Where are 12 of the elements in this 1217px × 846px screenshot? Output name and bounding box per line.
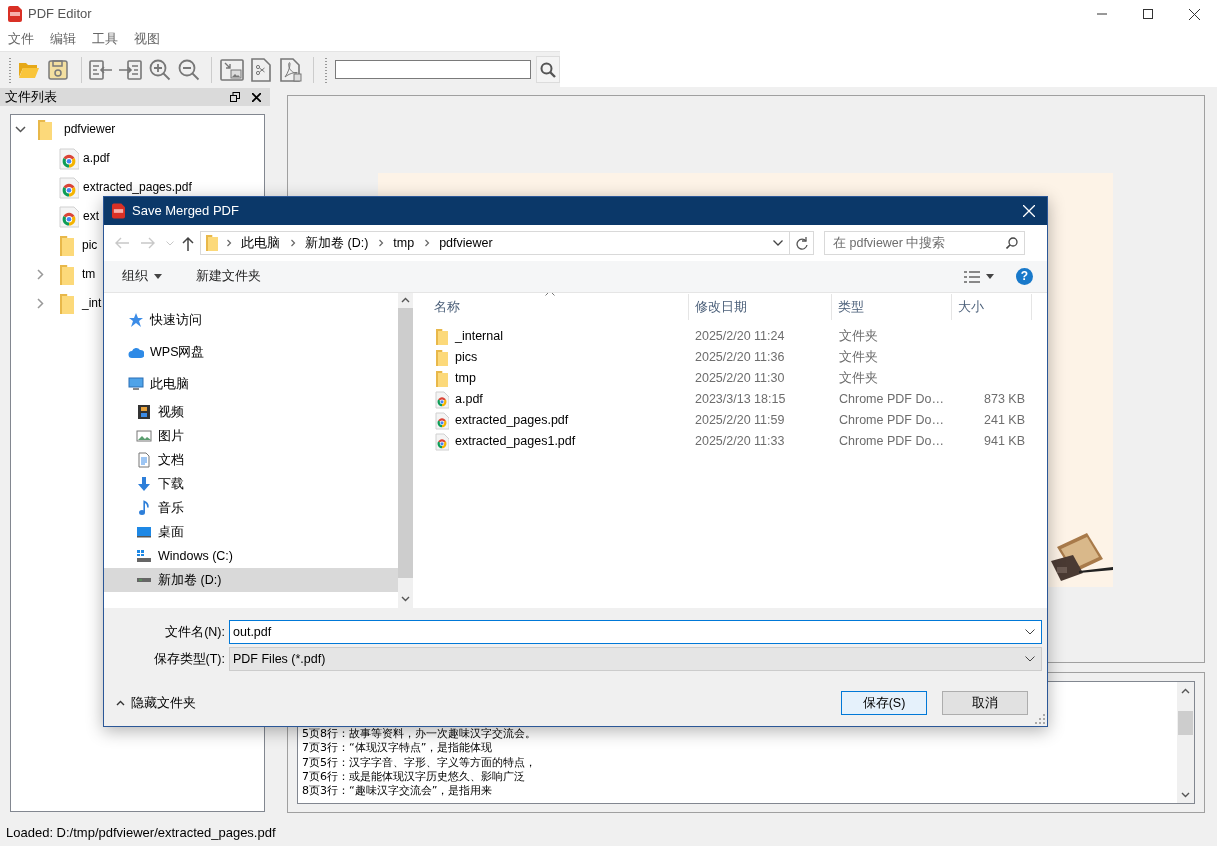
output-line: 7页5行：汉字字音、字形、字义等方面的特点， bbox=[302, 755, 537, 770]
dock-title: 文件列表 bbox=[5, 88, 57, 107]
window-title: PDF Editor bbox=[28, 5, 92, 24]
field-label: 保存类型(T): bbox=[152, 650, 225, 668]
search-placeholder: 在 pdfviewer 中搜索 bbox=[833, 234, 946, 252]
status-text: Loaded: D:/tmp/pdfviewer/extracted_pages.pdf bbox=[6, 824, 276, 843]
dialog-title: Save Merged PDF bbox=[132, 202, 239, 221]
output-line: 5页8行：故事等资料，办一次趣味汉字交流会。 bbox=[302, 727, 537, 742]
output-line: 7页6行：或是能体现汉字历史悠久、影响广泛 bbox=[302, 769, 526, 785]
output-line: 7页3行：“体现汉字特点”，是指能体现 bbox=[302, 741, 494, 756]
field-label: 文件名(N): bbox=[164, 623, 225, 641]
output-line: 8页3行：“趣味汉字交流会”，是指用来 bbox=[302, 784, 494, 799]
